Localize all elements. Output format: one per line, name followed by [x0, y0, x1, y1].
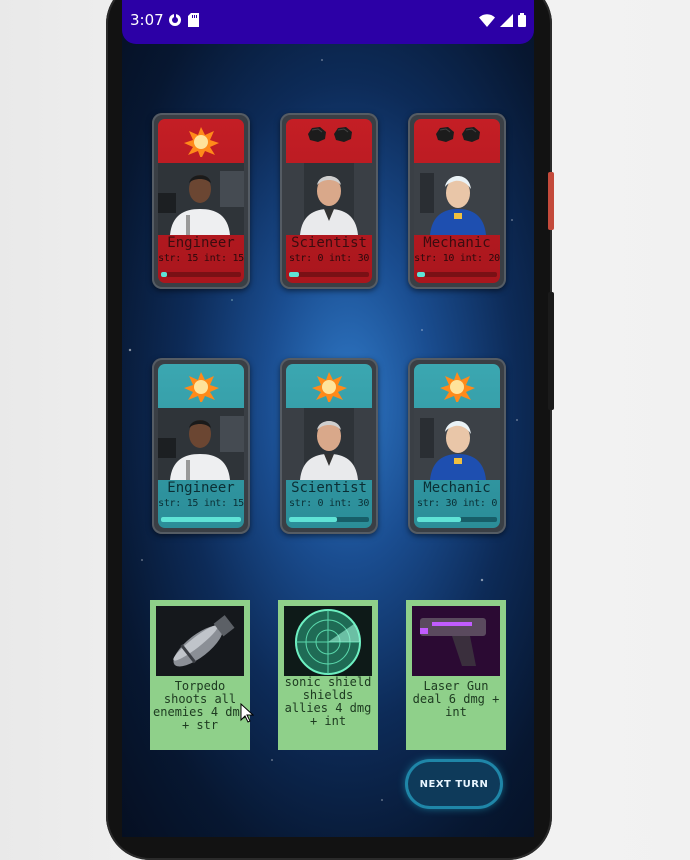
- card-stats: str: 0 int: 30: [288, 498, 370, 509]
- card-role: Scientist: [291, 235, 367, 251]
- mouse-cursor-icon: [240, 702, 255, 727]
- torpedo-item[interactable]: Torpedo shoots all enemies 4 dmg + str: [150, 600, 250, 750]
- card-body: Scientist str: 0 int: 30: [286, 119, 372, 283]
- health-bar-fill: [161, 517, 241, 522]
- health-bar-fill: [417, 272, 425, 277]
- card-role: Engineer: [167, 480, 235, 496]
- health-bar: [289, 517, 369, 522]
- rock-icon: [459, 125, 481, 159]
- card-stats: str: 15 int: 15: [158, 253, 244, 264]
- health-bar-fill: [417, 517, 461, 522]
- card-body: Mechanic str: 30 int: 0: [414, 364, 500, 528]
- radar-icon: [284, 606, 372, 676]
- card-role: Mechanic: [423, 480, 491, 496]
- card-stats: str: 0 int: 30: [288, 253, 370, 264]
- card-stats: str: 30 int: 0: [416, 498, 498, 509]
- health-bar-fill: [289, 272, 299, 277]
- card-role: Engineer: [167, 235, 235, 251]
- sd-card-icon: [188, 12, 199, 31]
- health-bar: [289, 272, 369, 277]
- card-status-effects: [286, 125, 372, 159]
- rock-icon: [305, 125, 327, 159]
- battery-icon: [518, 12, 526, 31]
- card-status-effects: [158, 125, 244, 159]
- health-bar: [161, 517, 241, 522]
- card-status-effects: [286, 370, 372, 404]
- laser-gun-item[interactable]: Laser Gun deal 6 dmg + int: [406, 600, 506, 750]
- laser-gun-icon: [412, 606, 500, 676]
- status-bar: 3:07: [122, 0, 534, 44]
- card-body: Engineer str: 15 int: 15: [158, 364, 244, 528]
- game-screen: 3:07 Engineer str: 15 int: 15 Scientist str…: [122, 0, 534, 837]
- crew-portrait: [414, 163, 500, 235]
- crew-portrait: [414, 408, 500, 480]
- rock-icon: [433, 125, 455, 159]
- explosion-icon: [309, 370, 349, 404]
- crew-portrait: [286, 163, 372, 235]
- volume-button: [548, 292, 554, 410]
- health-bar: [417, 272, 497, 277]
- health-bar-fill: [161, 272, 168, 277]
- wifi-icon: [479, 12, 495, 31]
- torpedo-icon: [156, 606, 244, 676]
- next-turn-button[interactable]: NEXT TURN: [408, 762, 500, 806]
- crew-portrait: [286, 408, 372, 480]
- enemy-card-scientist[interactable]: Scientist str: 0 int: 30: [280, 113, 378, 289]
- sonic-shield-item[interactable]: sonic shield shields allies 4 dmg + int: [278, 600, 378, 750]
- app-notification-icon: [168, 12, 182, 31]
- health-bar-fill: [289, 517, 337, 522]
- cell-signal-icon: [500, 12, 513, 31]
- player-card-scientist[interactable]: Scientist str: 0 int: 30: [280, 358, 378, 534]
- explosion-icon: [437, 370, 477, 404]
- card-status-effects: [158, 370, 244, 404]
- card-role: Scientist: [291, 480, 367, 496]
- card-body: Scientist str: 0 int: 30: [286, 364, 372, 528]
- clock: 3:07: [130, 11, 164, 29]
- enemy-card-mechanic[interactable]: Mechanic str: 10 int: 20: [408, 113, 506, 289]
- card-body: Mechanic str: 10 int: 20: [414, 119, 500, 283]
- enemy-card-engineer[interactable]: Engineer str: 15 int: 15: [152, 113, 250, 289]
- power-button: [548, 172, 554, 230]
- card-status-effects: [414, 370, 500, 404]
- explosion-icon: [181, 370, 221, 404]
- laser-gun-description: Laser Gun deal 6 dmg + int: [412, 679, 500, 719]
- card-body: Engineer str: 15 int: 15: [158, 119, 244, 283]
- torpedo-description: Torpedo shoots all enemies 4 dmg + str: [153, 679, 247, 732]
- crew-portrait: [158, 163, 244, 235]
- card-stats: str: 10 int: 20: [414, 253, 500, 264]
- health-bar: [417, 517, 497, 522]
- health-bar: [161, 272, 241, 277]
- sonic-shield-description: sonic shield shields allies 4 dmg + int: [284, 675, 372, 728]
- player-card-mechanic[interactable]: Mechanic str: 30 int: 0: [408, 358, 506, 534]
- card-stats: str: 15 int: 15: [158, 498, 244, 509]
- rock-icon: [331, 125, 353, 159]
- explosion-icon: [181, 125, 221, 159]
- player-card-engineer[interactable]: Engineer str: 15 int: 15: [152, 358, 250, 534]
- card-status-effects: [414, 125, 500, 159]
- card-role: Mechanic: [423, 235, 491, 251]
- crew-portrait: [158, 408, 244, 480]
